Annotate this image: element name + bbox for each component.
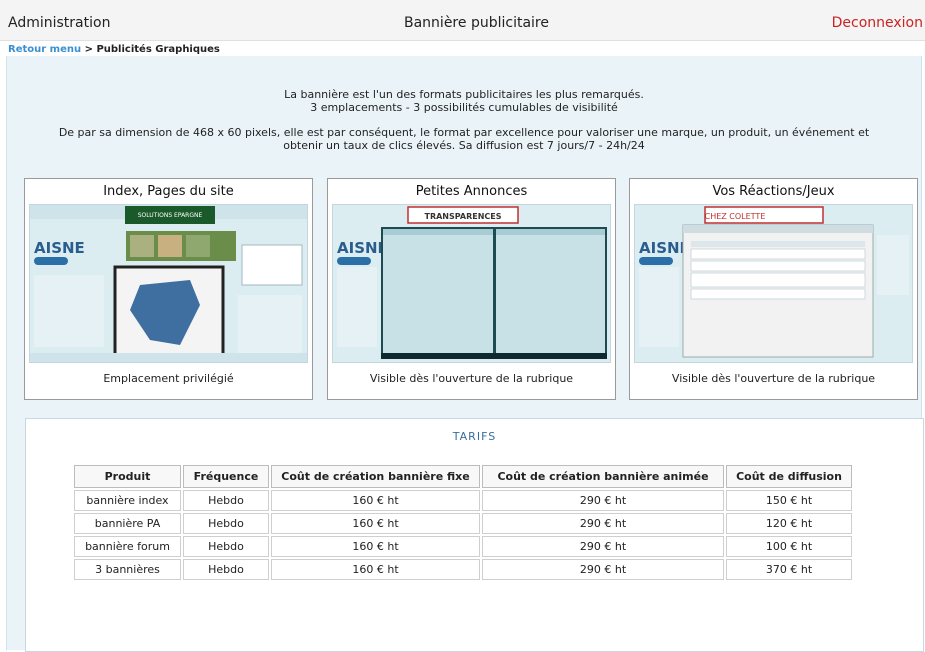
intro-line: obtenir un taux de clics élevés. Sa diff… xyxy=(283,139,645,152)
banner-text: TRANSPARENCES xyxy=(424,212,501,221)
admin-title: Administration xyxy=(8,15,111,31)
table-cell: 120 € ht xyxy=(726,513,852,534)
column-header: Produit xyxy=(74,465,181,488)
breadcrumb-current: Publicités Graphiques xyxy=(96,44,220,55)
tarifs-title: TARIFS xyxy=(452,430,497,443)
table-header-row: Produit Fréquence Coût de création banni… xyxy=(74,465,852,488)
placement-title: Vos Réactions/Jeux xyxy=(712,184,835,199)
table-cell: Hebdo xyxy=(183,536,269,557)
placement-card-index: Index, Pages du site SOLUTIONS EPARGNE A… xyxy=(24,178,313,400)
logo-text: AISNE xyxy=(34,239,85,257)
column-header: Coût de création bannière animée xyxy=(482,465,724,488)
table-cell: 160 € ht xyxy=(271,490,480,511)
table-cell: 160 € ht xyxy=(271,513,480,534)
banner-text: CHEZ COLETTE xyxy=(705,212,766,221)
table-row: bannière forum Hebdo 160 € ht 290 € ht 1… xyxy=(74,536,852,557)
page-title: Bannière publicitaire xyxy=(404,15,549,31)
intro-line: 3 emplacements - 3 possibilités cumulabl… xyxy=(310,101,618,114)
placement-caption: Emplacement privilégié xyxy=(103,372,234,385)
table-cell: 290 € ht xyxy=(482,513,724,534)
placement-title: Index, Pages du site xyxy=(103,184,234,199)
intro-line: La bannière est l'un des formats publici… xyxy=(284,88,644,101)
placement-title: Petites Annonces xyxy=(415,184,528,199)
breadcrumb-separator: > xyxy=(81,44,97,55)
intro-description: De par sa dimension de 468 x 60 pixels, … xyxy=(7,126,921,152)
column-header: Coût de diffusion xyxy=(726,465,852,488)
tarifs-table: Produit Fréquence Coût de création banni… xyxy=(72,463,854,582)
index-screenshot-thumbnail: SOLUTIONS EPARGNE AISNE xyxy=(29,204,308,363)
table-cell: bannière index xyxy=(74,490,181,511)
table-row: bannière PA Hebdo 160 € ht 290 € ht 120 … xyxy=(74,513,852,534)
table-cell: Hebdo xyxy=(183,559,269,580)
intro-summary: La bannière est l'un des formats publici… xyxy=(7,88,921,114)
table-cell: 160 € ht xyxy=(271,536,480,557)
back-to-menu-link[interactable]: Retour menu xyxy=(8,44,81,55)
column-header: Fréquence xyxy=(183,465,269,488)
table-cell: Hebdo xyxy=(183,513,269,534)
table-cell: bannière forum xyxy=(74,536,181,557)
tarifs-section: TARIFS Produit Fréquence Coût de créatio… xyxy=(25,418,924,652)
intro-line: De par sa dimension de 468 x 60 pixels, … xyxy=(58,126,870,139)
column-header: Coût de création bannière fixe xyxy=(271,465,480,488)
main-content: La bannière est l'un des formats publici… xyxy=(6,56,924,652)
banner-text: SOLUTIONS EPARGNE xyxy=(138,212,203,219)
breadcrumb: Retour menu > Publicités Graphiques xyxy=(8,44,220,55)
table-cell: 3 bannières xyxy=(74,559,181,580)
table-cell: 160 € ht xyxy=(271,559,480,580)
logo-text: AISNE xyxy=(639,239,690,257)
placement-card-reactions: Vos Réactions/Jeux CHEZ COLETTE AISNE Vi… xyxy=(629,178,918,400)
table-row: 3 bannières Hebdo 160 € ht 290 € ht 370 … xyxy=(74,559,852,580)
table-cell: 290 € ht xyxy=(482,536,724,557)
placement-caption: Visible dès l'ouverture de la rubrique xyxy=(369,372,574,385)
table-cell: Hebdo xyxy=(183,490,269,511)
classifieds-screenshot-thumbnail: TRANSPARENCES AISNE xyxy=(332,204,611,363)
placement-caption: Visible dès l'ouverture de la rubrique xyxy=(671,372,876,385)
logo-text: AISNE xyxy=(337,239,388,257)
placement-card-classifieds: Petites Annonces TRANSPARENCES AISNE Vis… xyxy=(327,178,616,400)
table-cell: bannière PA xyxy=(74,513,181,534)
table-cell: 290 € ht xyxy=(482,559,724,580)
logout-link[interactable]: Deconnexion xyxy=(832,15,923,31)
top-bar: Administration Bannière publicitaire Dec… xyxy=(0,0,925,41)
table-row: bannière index Hebdo 160 € ht 290 € ht 1… xyxy=(74,490,852,511)
table-cell: 100 € ht xyxy=(726,536,852,557)
table-cell: 150 € ht xyxy=(726,490,852,511)
reactions-screenshot-thumbnail: CHEZ COLETTE AISNE xyxy=(634,204,913,363)
table-cell: 370 € ht xyxy=(726,559,852,580)
table-cell: 290 € ht xyxy=(482,490,724,511)
